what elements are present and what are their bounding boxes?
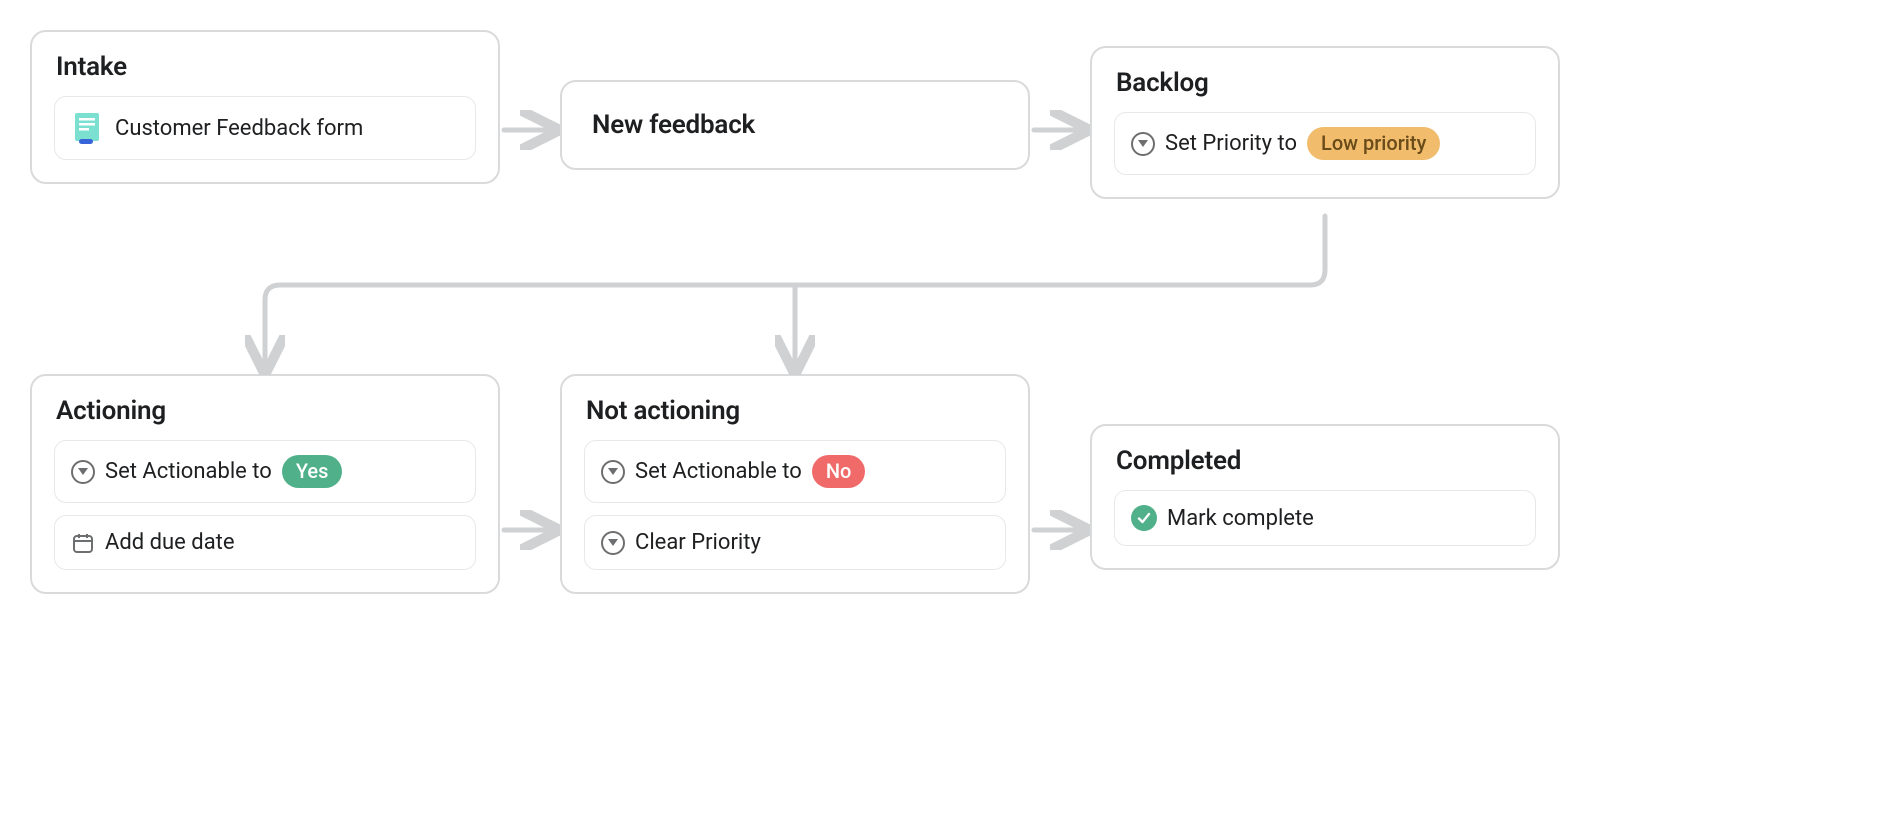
- trigger-icon: [1131, 132, 1155, 156]
- workflow-canvas: Intake Customer Feedback form New feedba…: [30, 30, 1570, 730]
- arrow-actioning-to-notactioning: [500, 515, 560, 545]
- actionable-pill-yes: Yes: [282, 455, 343, 488]
- arrow-newfeedback-to-backlog: [1030, 115, 1090, 145]
- node-not-actioning[interactable]: Not actioning Set Actionable to No Clear…: [560, 374, 1030, 594]
- rule-text: Set Priority to: [1165, 131, 1297, 156]
- node-new-feedback[interactable]: New feedback: [560, 80, 1030, 170]
- rule-text: Mark complete: [1167, 506, 1314, 531]
- node-actioning[interactable]: Actioning Set Actionable to Yes Add due …: [30, 374, 500, 594]
- arrow-backlog-branch: [230, 210, 1350, 380]
- node-title: Intake: [56, 52, 476, 82]
- node-title: Completed: [1116, 446, 1536, 476]
- rule-set-priority[interactable]: Set Priority to Low priority: [1114, 112, 1536, 175]
- trigger-icon: [601, 531, 625, 555]
- rule-intake-form[interactable]: Customer Feedback form: [54, 96, 476, 160]
- check-icon: [1131, 505, 1157, 531]
- trigger-icon: [601, 460, 625, 484]
- trigger-icon: [71, 460, 95, 484]
- node-title: Actioning: [56, 396, 476, 426]
- rule-text: Clear Priority: [635, 530, 761, 555]
- rule-text: Set Actionable to: [635, 459, 802, 484]
- rule-add-due-date[interactable]: Add due date: [54, 515, 476, 570]
- rule-text: Customer Feedback form: [115, 116, 363, 141]
- node-backlog[interactable]: Backlog Set Priority to Low priority: [1090, 46, 1560, 199]
- actionable-pill-no: No: [812, 455, 866, 488]
- rule-set-actionable-no[interactable]: Set Actionable to No: [584, 440, 1006, 503]
- rule-clear-priority[interactable]: Clear Priority: [584, 515, 1006, 570]
- rule-set-actionable-yes[interactable]: Set Actionable to Yes: [54, 440, 476, 503]
- rule-mark-complete[interactable]: Mark complete: [1114, 490, 1536, 546]
- node-intake[interactable]: Intake Customer Feedback form: [30, 30, 500, 184]
- arrow-notactioning-to-completed: [1030, 515, 1090, 545]
- node-title: Not actioning: [586, 396, 1006, 426]
- arrow-intake-to-newfeedback: [500, 115, 560, 145]
- calendar-icon: [71, 531, 95, 555]
- rule-text: Add due date: [105, 530, 235, 555]
- node-title: Backlog: [1116, 68, 1536, 98]
- form-icon: [71, 111, 105, 145]
- node-completed[interactable]: Completed Mark complete: [1090, 424, 1560, 570]
- node-title: New feedback: [592, 110, 998, 140]
- priority-pill-low: Low priority: [1307, 127, 1440, 160]
- rule-text: Set Actionable to: [105, 459, 272, 484]
